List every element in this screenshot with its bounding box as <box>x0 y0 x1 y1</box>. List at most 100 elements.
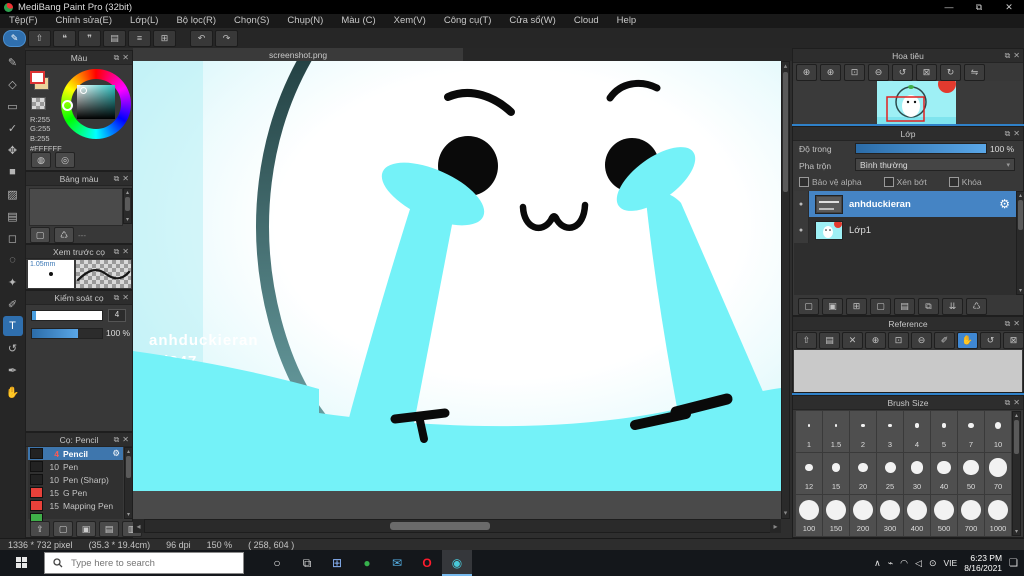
opacity-slider[interactable] <box>855 143 987 154</box>
brush-size-12[interactable]: 12 <box>796 453 822 494</box>
float-icon[interactable]: ⧉ <box>114 247 120 257</box>
transparent-swatch[interactable] <box>31 97 46 110</box>
brush-size-20[interactable]: 20 <box>850 453 876 494</box>
action-center-icon[interactable]: ❏ <box>1009 558 1018 569</box>
menu-item-8[interactable]: Xem(V) <box>385 14 435 28</box>
duplicate-brush-button[interactable]: ▣ <box>76 521 96 537</box>
brush-size-10[interactable]: 10 <box>985 411 1011 452</box>
menu-item-3[interactable]: Lớp(L) <box>121 14 167 28</box>
brush-opacity-slider[interactable] <box>31 328 103 339</box>
medibang-icon[interactable]: ◉ <box>442 550 472 576</box>
rotate-right-button[interactable]: ↻ <box>940 64 961 81</box>
delete-layer-button[interactable]: ♺ <box>966 298 987 315</box>
duplicate-layer-button[interactable]: ⧉ <box>918 298 939 315</box>
close-icon[interactable]: ✕ <box>1013 51 1020 60</box>
menu-item-7[interactable]: Màu (C) <box>332 14 384 28</box>
brush-size-30[interactable]: 30 <box>904 453 930 494</box>
brush-row-2[interactable]: 10 Pen <box>28 460 123 473</box>
message-button[interactable]: ❞ <box>78 29 101 47</box>
canvas-vscrollbar[interactable]: ▴ ▾ <box>781 61 790 519</box>
slider-mode-button[interactable]: ◎ <box>55 152 75 168</box>
menu-item-10[interactable]: Cửa sổ(W) <box>500 14 564 28</box>
coccoc-icon[interactable]: ● <box>352 550 382 576</box>
reference-fit-button[interactable]: ⊡ <box>888 332 909 349</box>
brush-tool[interactable]: ✎ <box>3 52 23 72</box>
close-icon[interactable]: ✕ <box>122 174 129 183</box>
brush-size-1[interactable]: 1 <box>796 411 822 452</box>
magic-wand-tool[interactable]: ✦ <box>3 272 23 292</box>
select-lasso-tool[interactable]: ◻ <box>3 228 23 248</box>
minimize-button[interactable]: — <box>934 0 964 14</box>
layer-row-1[interactable]: ● anhduckieran ⚙ <box>794 191 1016 217</box>
menu-item-12[interactable]: Help <box>608 14 646 28</box>
delete-swatch-button[interactable]: ♺ <box>54 227 74 243</box>
float-icon[interactable]: ⧉ <box>114 435 120 445</box>
menu-item-4[interactable]: Bộ lọc(R) <box>167 14 225 28</box>
document-button[interactable]: ▤ <box>103 29 126 47</box>
reference-open-image-button[interactable]: ⇧ <box>796 332 817 349</box>
brush-size-150[interactable]: 150 <box>823 495 849 536</box>
close-button[interactable]: ✕ <box>994 0 1024 14</box>
canvas-drawing[interactable]: anhduckieran hd247 <box>133 42 781 491</box>
cloud-download-button[interactable]: ⇪ <box>30 521 50 537</box>
close-icon[interactable]: ✕ <box>122 53 129 62</box>
brush-size-value[interactable]: 4 <box>108 309 126 322</box>
opera-icon[interactable]: O <box>412 550 442 576</box>
menu-item-2[interactable]: Chỉnh sửa(E) <box>47 14 122 28</box>
fit-screen-button[interactable]: ⊡ <box>844 64 865 81</box>
edit-brush-button[interactable]: ▤ <box>99 521 119 537</box>
cortana-icon[interactable]: ○ <box>262 550 292 576</box>
brush-size-400[interactable]: 400 <box>904 495 930 536</box>
reference-picker-button[interactable]: ✐ <box>934 332 955 349</box>
hscroll-left-arrow[interactable]: ◂ <box>133 519 144 533</box>
eraser-tool[interactable]: ◇ <box>3 74 23 94</box>
brush-size-2[interactable]: 2 <box>850 411 876 452</box>
blend-dropdown[interactable]: Bình thường ▾ <box>855 158 1015 171</box>
float-icon[interactable]: ⧉ <box>1005 129 1011 139</box>
select-rect-tool[interactable]: ▭ <box>3 96 23 116</box>
brush-row-3[interactable]: 10 Pen (Sharp) <box>28 473 123 486</box>
brush-size-50[interactable]: 50 <box>958 453 984 494</box>
zoom-out-button[interactable]: ⊖ <box>868 64 889 81</box>
ruler-tool[interactable]: ✐ <box>3 294 23 314</box>
list-button[interactable]: ≡ <box>128 29 151 47</box>
close-icon[interactable]: ✕ <box>122 247 129 256</box>
move-tool[interactable]: ✥ <box>3 140 23 160</box>
rotate-view-tool[interactable]: ↺ <box>3 338 23 358</box>
close-icon[interactable]: ✕ <box>1013 319 1020 328</box>
close-icon[interactable]: ✕ <box>122 435 129 444</box>
grid-button[interactable]: ⊞ <box>153 29 176 47</box>
reference-clear-button[interactable]: ✕ <box>842 332 863 349</box>
layer-visibility-dot[interactable]: ● <box>794 217 809 243</box>
brush-size-7[interactable]: 7 <box>958 411 984 452</box>
menu-item-5[interactable]: Chọn(S) <box>225 14 278 28</box>
rotate-reset-button[interactable]: ⊠ <box>916 64 937 81</box>
brush-size-25[interactable]: 25 <box>877 453 903 494</box>
brush-size-scrollbar[interactable]: ▴ ▾ <box>1012 411 1021 536</box>
volume-icon[interactable]: ◁ <box>915 558 922 569</box>
float-icon[interactable]: ⧉ <box>1005 51 1011 61</box>
brush-size-700[interactable]: 700 <box>958 495 984 536</box>
text-tool[interactable]: T <box>2 316 23 336</box>
add-layer-menu-button[interactable]: ▢ <box>870 298 891 315</box>
new-swatch-button[interactable]: ▢ <box>30 227 50 243</box>
palette-mode-button[interactable]: ◍ <box>31 152 51 168</box>
reference-hand-button[interactable]: ✋ <box>957 332 978 349</box>
brush-size-70[interactable]: 70 <box>985 453 1011 494</box>
reference-content[interactable] <box>794 350 1022 392</box>
float-icon[interactable]: ⧉ <box>1005 398 1011 408</box>
brush-size-40[interactable]: 40 <box>931 453 957 494</box>
menu-item-9[interactable]: Công cụ(T) <box>435 14 501 28</box>
reference-zoom-in-button[interactable]: ⊕ <box>865 332 886 349</box>
close-icon[interactable]: ✕ <box>1013 129 1020 138</box>
close-icon[interactable]: ✕ <box>1013 398 1020 407</box>
brush-size-200[interactable]: 200 <box>850 495 876 536</box>
hscroll-right-arrow[interactable]: ▸ <box>770 519 781 533</box>
layer-checkbox-2[interactable]: Xén bớt <box>883 177 927 187</box>
brush-size-slider[interactable] <box>31 310 103 321</box>
brush-list-scrollbar[interactable]: ▴ ▾ <box>124 447 133 519</box>
float-icon[interactable]: ⧉ <box>114 53 120 63</box>
battery-icon[interactable]: ⌁ <box>888 558 893 569</box>
shape-tool[interactable]: ■ <box>3 162 23 182</box>
update-icon[interactable]: ⊙ <box>929 558 937 569</box>
